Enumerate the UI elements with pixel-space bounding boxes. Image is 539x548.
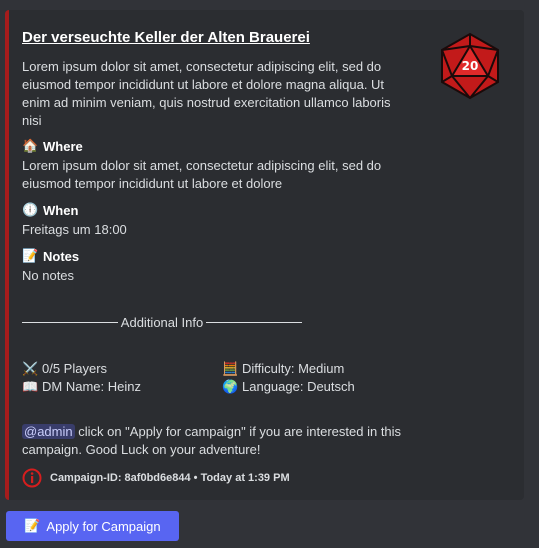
house-icon: 🏠: [22, 138, 39, 153]
where-heading: 🏠 Where: [22, 138, 83, 154]
campaign-title[interactable]: Der verseuchte Keller der Alten Brauerei: [22, 29, 310, 46]
footer-text: Campaign-ID: 8af0bd6e844 • Today at 1:39…: [50, 472, 290, 484]
d20-dice-icon: 20: [441, 32, 499, 100]
apply-button-label: Apply for Campaign: [46, 518, 161, 534]
memo-icon: 📝: [24, 518, 41, 533]
additional-info-divider: Additional Info: [22, 315, 302, 330]
language-info: 🌍 Language: Deutsch: [222, 378, 355, 395]
apply-for-campaign-button[interactable]: 📝 Apply for Campaign: [6, 511, 179, 541]
globe-icon: 🌍: [222, 378, 239, 394]
dice-number: 20: [462, 59, 479, 73]
notes-label: Notes: [43, 248, 80, 264]
difficulty-value: Difficulty: Medium: [242, 361, 345, 376]
where-label: Where: [43, 138, 83, 154]
note-text: click on "Apply for campaign" if you are…: [22, 424, 402, 457]
campaign-embed: Der verseuchte Keller der Alten Brauerei…: [5, 10, 524, 500]
campaign-description: Lorem ipsum dolor sit amet, consectetur …: [22, 59, 391, 128]
when-value: Freitags um 18:00: [22, 222, 127, 237]
book-icon: 📖: [22, 378, 39, 394]
info-icon: [22, 468, 42, 488]
crossed-swords-icon: ⚔️: [22, 360, 39, 376]
clock-icon: 🕕: [22, 202, 39, 217]
when-heading: 🕕 When: [22, 202, 78, 218]
players-count: 0/5 Players: [42, 361, 108, 376]
notes-value: No notes: [22, 268, 75, 283]
divider-line-right: [206, 322, 302, 323]
additional-info-label: Additional Info: [120, 315, 204, 330]
notes-heading: 📝 Notes: [22, 248, 79, 264]
divider-line-left: [22, 322, 118, 323]
admin-mention[interactable]: @admin: [22, 424, 75, 439]
apply-note: @admin click on "Apply for campaign" if …: [22, 423, 422, 459]
memo-icon: 📝: [22, 248, 39, 263]
language-value: Language: Deutsch: [242, 379, 355, 394]
when-label: When: [43, 202, 79, 218]
players-info: ⚔️ 0/5 Players: [22, 360, 107, 377]
dm-name: DM Name: Heinz: [42, 379, 141, 394]
difficulty-info: 🧮 Difficulty: Medium: [222, 360, 344, 377]
embed-footer: Campaign-ID: 8af0bd6e844 • Today at 1:39…: [22, 468, 290, 488]
abacus-icon: 🧮: [222, 360, 239, 376]
where-value: Lorem ipsum dolor sit amet, consectetur …: [22, 158, 382, 191]
dm-info: 📖 DM Name: Heinz: [22, 378, 141, 395]
